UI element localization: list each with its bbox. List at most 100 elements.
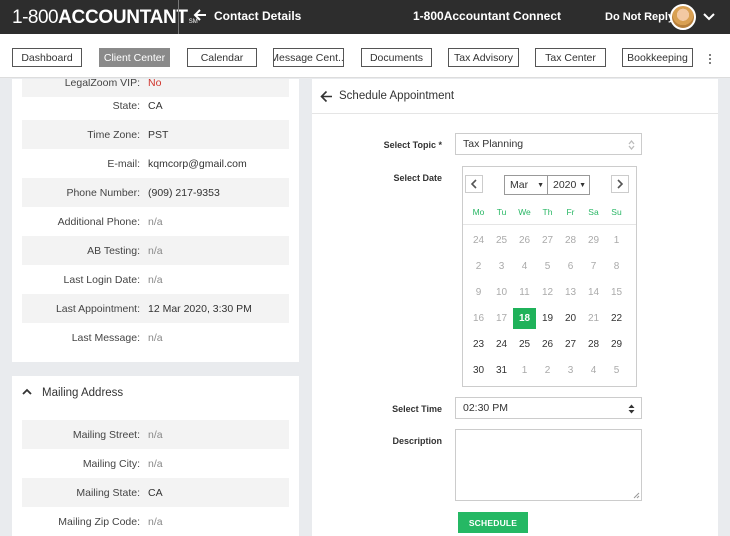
- calendar-day[interactable]: 24: [467, 230, 490, 251]
- calendar-day[interactable]: 24: [490, 334, 513, 355]
- calendar-day[interactable]: 28: [559, 230, 582, 251]
- calendar-day[interactable]: 15: [605, 282, 628, 303]
- calendar-day[interactable]: 5: [605, 360, 628, 381]
- calendar-day[interactable]: 1: [513, 360, 536, 381]
- row-label: Time Zone:: [87, 128, 140, 141]
- calendar-day[interactable]: 23: [467, 334, 490, 355]
- calendar-day[interactable]: 22: [605, 308, 628, 329]
- row-value: (909) 217-9353: [148, 186, 220, 199]
- topic-select[interactable]: Tax Planning: [455, 133, 642, 155]
- calendar-day[interactable]: 31: [490, 360, 513, 381]
- contact-row: Last Message: n/a: [22, 323, 289, 352]
- contact-info-panel: LegalZoom VIP: No State: CA Time Zone: P…: [12, 79, 299, 362]
- back-arrow-icon[interactable]: [320, 90, 333, 103]
- calendar-day[interactable]: 8: [605, 256, 628, 277]
- calendar-day[interactable]: 14: [582, 282, 605, 303]
- calendar-day[interactable]: 17: [490, 308, 513, 329]
- calendar-day[interactable]: 16: [467, 308, 490, 329]
- nav-client-center-button[interactable]: Client Center: [99, 48, 170, 67]
- logo-number: 1-800: [12, 7, 59, 28]
- row-label: Last Message:: [71, 331, 140, 344]
- calendar-day[interactable]: 6: [559, 256, 582, 277]
- mailing-address-header[interactable]: Mailing Address: [12, 376, 299, 410]
- calendar-day[interactable]: 26: [536, 334, 559, 355]
- nav-calendar-button[interactable]: Calendar: [187, 48, 257, 67]
- nav-bookkeeping-button[interactable]: Bookkeeping: [622, 48, 693, 67]
- calendar-day[interactable]: 2: [467, 256, 490, 277]
- contact-row: Time Zone: PST: [22, 120, 289, 149]
- more-options-icon[interactable]: [707, 53, 713, 65]
- month-select[interactable]: Mar ▼: [504, 175, 548, 195]
- prev-month-button[interactable]: [465, 175, 483, 193]
- mailing-row: Mailing Zip Code: n/a: [22, 507, 289, 536]
- contact-row: AB Testing: n/a: [22, 236, 289, 265]
- time-value: 02:30 PM: [463, 402, 508, 414]
- calendar-day[interactable]: 26: [513, 230, 536, 251]
- chevron-up-icon[interactable]: [22, 388, 32, 396]
- calendar-day[interactable]: 27: [536, 230, 559, 251]
- time-select[interactable]: 02:30 PM: [455, 397, 642, 419]
- app-title: 1-800Accountant Connect: [413, 9, 562, 23]
- calendar-day[interactable]: 4: [582, 360, 605, 381]
- chevron-down-icon[interactable]: [703, 12, 715, 22]
- chevron-right-icon: [617, 179, 624, 189]
- calendar-day[interactable]: 25: [513, 334, 536, 355]
- row-label: LegalZoom VIP:: [64, 79, 140, 89]
- calendar-day[interactable]: 10: [490, 282, 513, 303]
- contact-details-title: Contact Details: [214, 9, 302, 23]
- calendar-day[interactable]: 12: [536, 282, 559, 303]
- calendar-day[interactable]: 2: [536, 360, 559, 381]
- contact-row: E-mail: kqmcorp@gmail.com: [22, 149, 289, 178]
- selected-day[interactable]: 18: [513, 308, 536, 329]
- calendar-day[interactable]: 3: [559, 360, 582, 381]
- schedule-button[interactable]: SCHEDULE: [458, 512, 528, 533]
- row-value: kqmcorp@gmail.com: [148, 157, 247, 170]
- nav-documents-button[interactable]: Documents: [361, 48, 432, 67]
- calendar-day[interactable]: 27: [559, 334, 582, 355]
- calendar-day[interactable]: 9: [467, 282, 490, 303]
- logo-text: ACCOUNTANT: [58, 7, 188, 28]
- mailing-row: Mailing City: n/a: [22, 449, 289, 478]
- calendar-day[interactable]: 1: [605, 230, 628, 251]
- back-arrow-icon[interactable]: [193, 8, 207, 22]
- row-value: No: [148, 79, 162, 89]
- calendar-day[interactable]: 29: [582, 230, 605, 251]
- description-textarea[interactable]: [455, 429, 642, 501]
- calendar-day[interactable]: 28: [582, 334, 605, 355]
- schedule-title: Schedule Appointment: [339, 90, 455, 102]
- calendar-day[interactable]: 5: [536, 256, 559, 277]
- nav-message-center-button[interactable]: Message Cent...: [273, 48, 344, 67]
- top-bar: 1-800 ACCOUNTANT SM Contact Details 1-800A…: [0, 0, 730, 34]
- date-picker: Mar ▼ 2020 ▼ Mo Tu We Th Fr Sa Su 24 25 26 27 28 29 1 2…: [462, 166, 637, 387]
- calendar-day[interactable]: 21: [582, 308, 605, 329]
- year-select[interactable]: 2020 ▼: [547, 175, 590, 195]
- row-value: n/a: [148, 244, 163, 257]
- calendar-day[interactable]: 4: [513, 256, 536, 277]
- nav-tax-advisory-button[interactable]: Tax Advisory: [448, 48, 519, 67]
- mailing-row: Mailing State: CA: [22, 478, 289, 507]
- user-name[interactable]: Do Not Reply: [605, 11, 674, 23]
- calendar-day[interactable]: 3: [490, 256, 513, 277]
- row-label: Mailing City:: [82, 457, 140, 470]
- month-value: Mar: [510, 179, 529, 191]
- calendar-day[interactable]: 7: [582, 256, 605, 277]
- next-month-button[interactable]: [611, 175, 629, 193]
- brand-logo[interactable]: 1-800 ACCOUNTANT SM: [12, 7, 198, 28]
- calendar-day[interactable]: 29: [605, 334, 628, 355]
- calendar-day[interactable]: 19: [536, 308, 559, 329]
- row-label: Phone Number:: [66, 186, 140, 199]
- mailing-address-panel: Mailing Address Mailing Street: n/a Mail…: [12, 376, 299, 536]
- calendar-day[interactable]: 13: [559, 282, 582, 303]
- resize-grip-icon[interactable]: [633, 492, 640, 499]
- avatar[interactable]: [670, 4, 696, 30]
- calendar-day[interactable]: 20: [559, 308, 582, 329]
- nav-tax-center-button[interactable]: Tax Center: [535, 48, 606, 67]
- calendar-day[interactable]: 30: [467, 360, 490, 381]
- calendar-day[interactable]: 11: [513, 282, 536, 303]
- caret-down-icon: ▼: [579, 182, 586, 189]
- weekday-label: Fr: [566, 207, 575, 217]
- calendar-day[interactable]: 25: [490, 230, 513, 251]
- year-value: 2020: [553, 179, 577, 191]
- row-value: PST: [148, 128, 169, 141]
- nav-dashboard-button[interactable]: Dashboard: [12, 48, 82, 67]
